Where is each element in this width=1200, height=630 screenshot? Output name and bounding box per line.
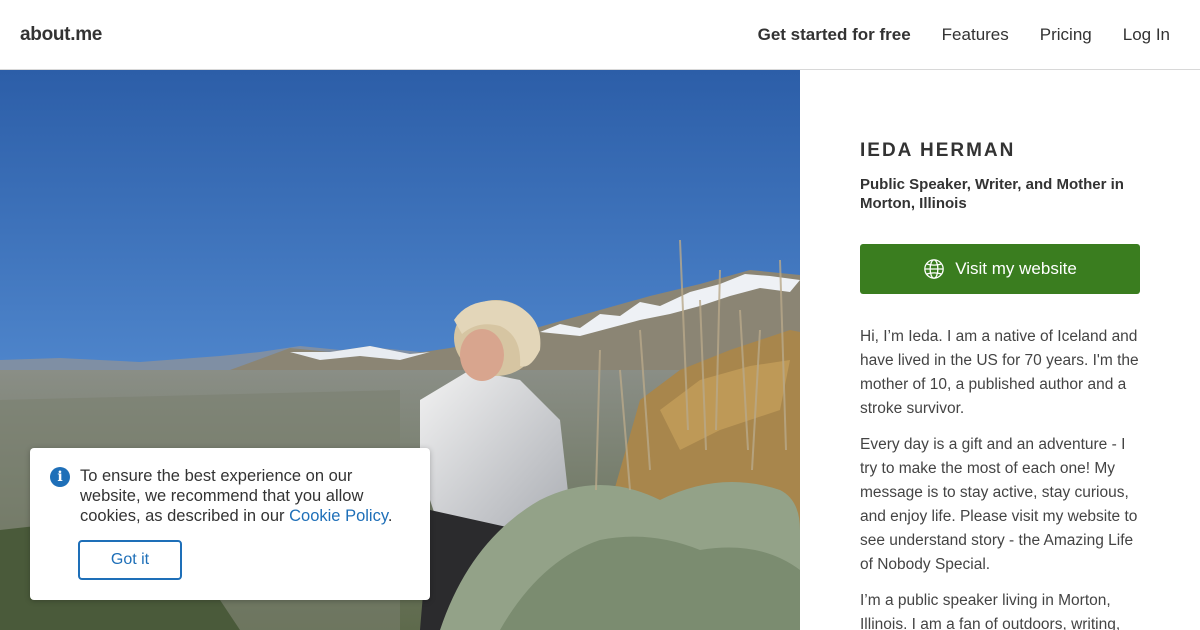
- get-started-link[interactable]: Get started for free: [758, 25, 911, 45]
- cookie-message: To ensure the best experience on our web…: [80, 466, 410, 526]
- profile-headline: Public Speaker, Writer, and Mother in Mo…: [860, 176, 1124, 212]
- profile-bio: Hi, I’m Ieda. I am a native of Iceland a…: [860, 325, 1140, 630]
- top-nav: Get started for free Features Pricing Lo…: [758, 25, 1170, 45]
- about-me-logo[interactable]: about.me: [20, 24, 102, 46]
- cookie-message-period: .: [387, 507, 393, 525]
- bio-paragraph: I’m a public speaker living in Morton, I…: [860, 592, 1121, 630]
- visit-website-label: Visit my website: [955, 259, 1077, 278]
- cookie-notice: i To ensure the best experience on our w…: [30, 448, 430, 600]
- info-circle-icon: i: [50, 467, 70, 487]
- cookie-policy-link[interactable]: Cookie Policy: [289, 507, 388, 525]
- got-it-button[interactable]: Got it: [78, 540, 182, 580]
- profile-panel: IEDA HERMAN Public Speaker, Writer, and …: [860, 140, 1140, 630]
- profile-name: IEDA HERMAN: [860, 140, 1016, 161]
- profile-background-photo: i To ensure the best experience on our w…: [0, 70, 800, 630]
- features-link[interactable]: Features: [942, 25, 1009, 45]
- login-link[interactable]: Log In: [1123, 25, 1170, 45]
- bio-paragraph: Hi, I’m Ieda. I am a native of Iceland a…: [860, 328, 1139, 417]
- visit-website-button[interactable]: Visit my website: [860, 244, 1140, 294]
- globe-icon: [924, 259, 945, 279]
- top-header: about.me Get started for free Features P…: [0, 0, 1200, 70]
- pricing-link[interactable]: Pricing: [1040, 25, 1092, 45]
- bio-paragraph: Every day is a gift and an adventure - I…: [860, 436, 1138, 573]
